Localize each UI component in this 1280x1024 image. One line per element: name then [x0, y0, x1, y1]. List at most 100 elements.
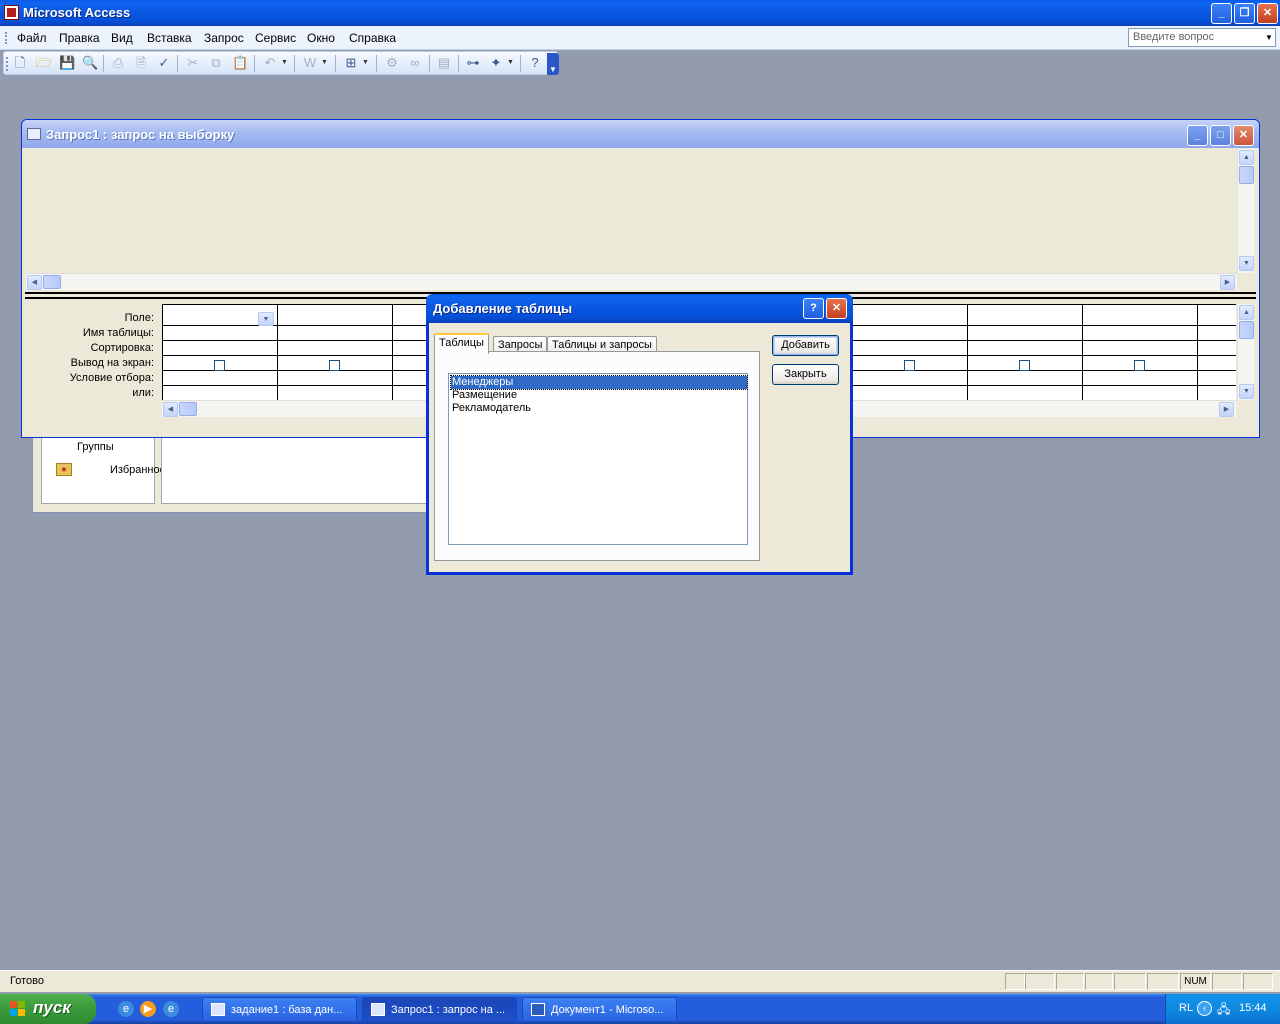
paste-icon[interactable]: 📋 [232, 55, 248, 71]
tables-list[interactable]: Менеджеры Размещение Рекламодатель [448, 373, 748, 545]
office-links-dropdown-icon[interactable]: ▼ [321, 55, 328, 71]
show-checkbox[interactable] [904, 360, 915, 371]
grid-line [1197, 305, 1198, 400]
query-minimize-button[interactable]: _ [1187, 125, 1208, 146]
scroll-thumb[interactable] [1239, 321, 1254, 339]
chevron-down-icon[interactable]: ▼ [1263, 29, 1275, 46]
taskbar-task[interactable]: задание1 : база дан... [202, 997, 357, 1022]
scroll-left-icon[interactable]: ◀ [163, 402, 178, 417]
scroll-thumb[interactable] [179, 402, 197, 416]
office-links-icon[interactable]: W [302, 55, 318, 71]
taskbar-task[interactable]: Запрос1 : запрос на ... [362, 997, 517, 1022]
relationships-icon[interactable]: ⊶ [465, 55, 481, 71]
query-maximize-button[interactable]: □ [1210, 125, 1231, 146]
list-item[interactable]: Рекламодатель [451, 402, 747, 415]
grid-line [162, 305, 163, 400]
query-icon [27, 128, 41, 140]
file-search-icon[interactable]: 🔍 [82, 55, 98, 71]
analyze-dropdown-icon[interactable]: ▼ [362, 55, 369, 71]
menu-insert[interactable]: Вставка [147, 31, 192, 45]
app-title-bar[interactable]: Microsoft Access _ ❐ ✕ [0, 0, 1280, 26]
language-indicator[interactable]: RL [1179, 1002, 1193, 1014]
toolbar-grip[interactable] [6, 57, 9, 71]
menu-query[interactable]: Запрос [204, 31, 244, 45]
grid-vscroll[interactable]: ▲ ▼ [1237, 304, 1254, 400]
clock[interactable]: 15:44 [1239, 1002, 1267, 1014]
dialog-close-button[interactable]: ✕ [826, 298, 847, 319]
close-dialog-button[interactable]: Закрыть [772, 364, 839, 385]
open-icon[interactable]: 🗁 [36, 55, 52, 71]
query-icon [371, 1003, 385, 1016]
new-object-icon[interactable]: ✦ [488, 55, 504, 71]
scroll-left-icon[interactable]: ◀ [27, 275, 42, 290]
scroll-up-icon[interactable]: ▲ [1239, 150, 1254, 165]
show-checkbox[interactable] [214, 360, 225, 371]
table-pane-hscroll[interactable]: ◀ ▶ [26, 273, 1237, 290]
taskbar-task[interactable]: Документ1 - Microso... [522, 997, 677, 1022]
toolbar-options-icon[interactable]: ▼ [547, 53, 559, 75]
access-app-icon[interactable] [4, 5, 19, 20]
field-dropdown-icon[interactable]: ▼ [258, 312, 274, 326]
start-button[interactable]: пуск [0, 994, 96, 1024]
menu-help[interactable]: Справка [349, 31, 396, 45]
groups-label[interactable]: Группы [77, 441, 114, 453]
table-pane[interactable]: ▲ ▼ ◀ ▶ [26, 149, 1254, 291]
table-pane-vscroll[interactable]: ▲ ▼ [1237, 149, 1254, 273]
toolbar-separator [458, 55, 459, 72]
menu-file[interactable]: Файл [17, 31, 47, 45]
script-icon[interactable]: ∞ [407, 55, 423, 71]
menu-view[interactable]: Вид [111, 31, 133, 45]
analyze-icon[interactable]: ⊞ [343, 55, 359, 71]
start-label: пуск [33, 998, 71, 1017]
code-icon[interactable]: ⚙ [384, 55, 400, 71]
show-checkbox[interactable] [1134, 360, 1145, 371]
scroll-right-icon[interactable]: ▶ [1220, 275, 1235, 290]
scroll-up-icon[interactable]: ▲ [1239, 305, 1254, 320]
undo-icon[interactable]: ↶ [262, 55, 278, 71]
menu-grip[interactable] [5, 32, 8, 44]
cut-icon[interactable]: ✂ [185, 55, 201, 71]
print-icon[interactable]: ⎙ [110, 55, 126, 71]
query-title-bar[interactable]: Запрос1 : запрос на выборку _ □ ✕ [22, 120, 1259, 148]
grid-row-label-criteria: Условие отбора: [69, 372, 154, 384]
restore-button[interactable]: ❐ [1234, 3, 1255, 24]
dialog-help-button[interactable]: ? [803, 298, 824, 319]
menu-edit[interactable]: Правка [59, 31, 100, 45]
ask-question-box[interactable]: Введите вопрос ▼ [1128, 28, 1276, 47]
query-close-button[interactable]: ✕ [1233, 125, 1254, 146]
scroll-down-icon[interactable]: ▼ [1239, 256, 1254, 271]
media-player-icon[interactable]: ▶ [140, 1001, 156, 1017]
internet-explorer-icon[interactable]: e [118, 1001, 134, 1017]
copy-icon[interactable]: ⧉ [208, 55, 224, 71]
scroll-right-icon[interactable]: ▶ [1219, 402, 1234, 417]
spelling-icon[interactable]: ✓ [156, 55, 172, 71]
help-icon[interactable]: ? [527, 55, 543, 71]
show-hidden-icons-icon[interactable]: ‹ [1197, 1001, 1212, 1016]
minimize-button[interactable]: _ [1211, 3, 1232, 24]
network-icon[interactable]: 🖧 [1217, 1001, 1233, 1017]
print-preview-icon[interactable]: 🗎 [133, 55, 149, 71]
favorites-item[interactable]: Избранное [110, 464, 166, 476]
show-checkbox[interactable] [329, 360, 340, 371]
scroll-thumb[interactable] [43, 275, 61, 289]
close-button[interactable]: ✕ [1257, 3, 1278, 24]
new-icon[interactable]: 🗋 [12, 55, 28, 71]
dialog-title: Добавление таблицы [433, 301, 573, 316]
show-checkbox[interactable] [1019, 360, 1030, 371]
undo-dropdown-icon[interactable]: ▼ [281, 55, 288, 71]
menu-tools[interactable]: Сервис [255, 31, 296, 45]
scroll-down-icon[interactable]: ▼ [1239, 384, 1254, 399]
browser-icon[interactable]: e [163, 1001, 179, 1017]
dialog-title-bar[interactable]: Добавление таблицы ? ✕ [426, 294, 853, 323]
tab-tables[interactable]: Таблицы [434, 333, 489, 354]
add-button[interactable]: Добавить [772, 335, 839, 356]
scroll-thumb[interactable] [1239, 166, 1254, 184]
list-item[interactable]: Размещение [451, 389, 747, 402]
properties-icon[interactable]: ▤ [436, 55, 452, 71]
menu-window[interactable]: Окно [307, 31, 335, 45]
new-object-dropdown-icon[interactable]: ▼ [507, 55, 514, 71]
save-icon[interactable]: 💾 [59, 55, 75, 71]
list-item[interactable]: Менеджеры [450, 375, 748, 390]
objects-list[interactable] [161, 430, 431, 504]
grid-line [277, 305, 278, 400]
